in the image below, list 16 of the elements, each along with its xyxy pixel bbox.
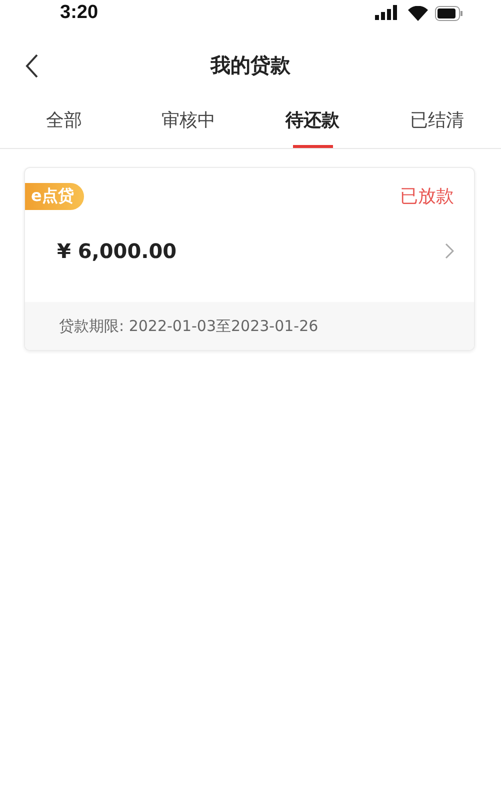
battery-icon xyxy=(435,6,463,20)
loan-status: 已放款 xyxy=(400,185,454,208)
active-tab-indicator xyxy=(292,145,333,148)
tab[interactable]: 审核中 xyxy=(161,106,216,146)
page-title: 我的贷款 xyxy=(210,53,290,77)
wifi-icon xyxy=(408,6,428,20)
product-badge: e点贷 xyxy=(25,182,84,210)
back-icon[interactable] xyxy=(24,53,40,79)
tab[interactable]: 待还款 xyxy=(286,106,340,146)
loan-term: 贷款期限: 2022-01-03至2023-01-26 xyxy=(59,316,318,336)
status-time: 3:20 xyxy=(60,2,98,24)
tab[interactable]: 已结清 xyxy=(410,106,464,146)
chevron-right-icon xyxy=(445,243,454,259)
loan-amount: ¥ 6,000.00 xyxy=(57,239,177,263)
loan-card[interactable]: e点贷 已放款 ¥ 6,000.00 贷款期限: 2022-01-03至2023-01-26 xyxy=(24,167,475,351)
tab[interactable]: 全部 xyxy=(46,106,82,146)
